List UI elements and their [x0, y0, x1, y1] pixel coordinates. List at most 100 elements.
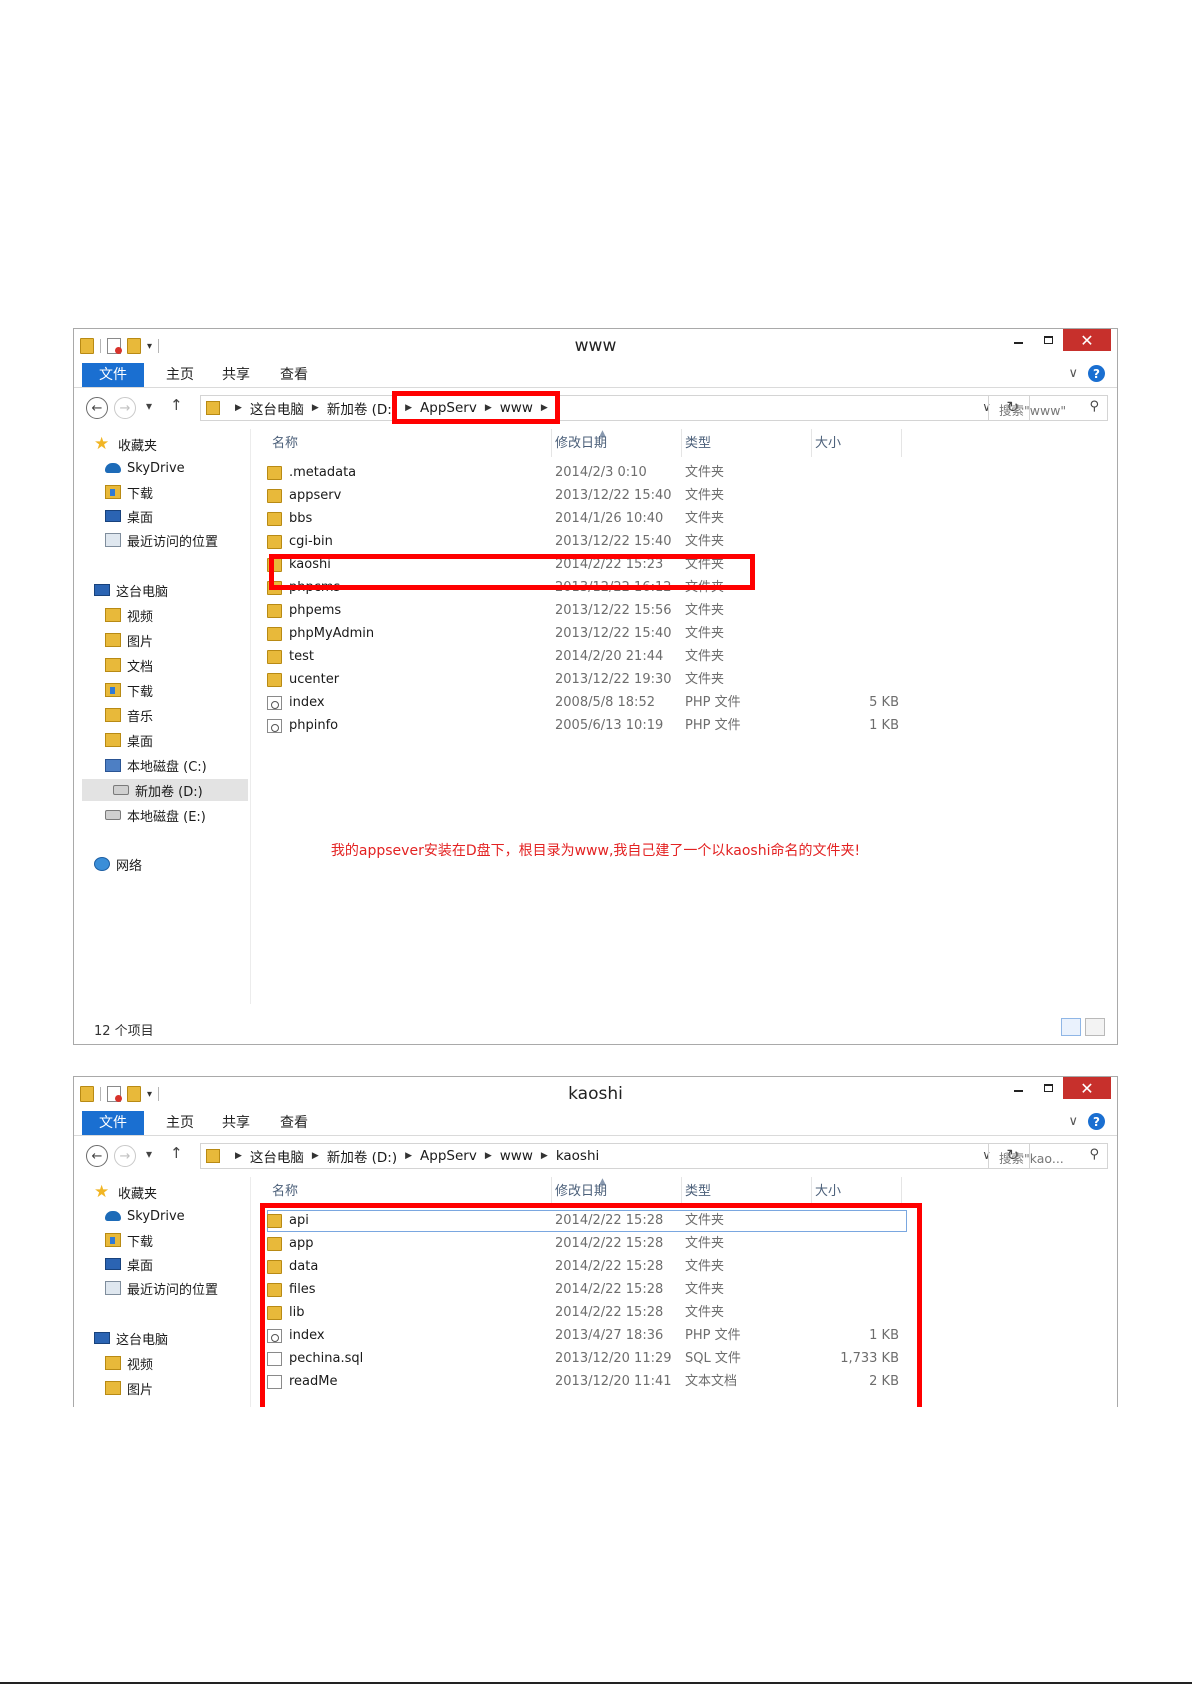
details-view-icon[interactable]: [1061, 1018, 1081, 1036]
chevron-right-icon[interactable]: ▶: [541, 1151, 548, 1161]
close-button[interactable]: ✕: [1063, 1077, 1111, 1099]
nav-drive-d[interactable]: 新加卷 (D:): [82, 779, 248, 801]
breadcrumb-appserv[interactable]: AppServ: [420, 400, 477, 416]
close-button[interactable]: ✕: [1063, 329, 1111, 351]
chevron-right-icon[interactable]: ▶: [235, 403, 242, 413]
file-row[interactable]: kaoshi 2014/2/22 15:23 文件夹: [267, 554, 907, 576]
file-name-cell[interactable]: readMe: [267, 1371, 547, 1393]
file-row[interactable]: phpMyAdmin 2013/12/22 15:40 文件夹: [267, 623, 907, 645]
search-icon[interactable]: ⚲: [1089, 1147, 1099, 1162]
breadcrumb-drive-d[interactable]: 新加卷 (D:): [327, 1146, 397, 1166]
file-name-cell[interactable]: kaoshi: [267, 554, 547, 576]
maximize-button[interactable]: [1033, 329, 1063, 351]
nav-this-pc[interactable]: 这台电脑: [94, 1327, 168, 1349]
file-row[interactable]: bbs 2014/1/26 10:40 文件夹: [267, 508, 907, 530]
breadcrumb-www[interactable]: www: [500, 1148, 533, 1164]
file-row[interactable]: pechina.sql 2013/12/20 11:29 SQL 文件 1,733 K…: [267, 1348, 907, 1370]
breadcrumb-this-pc[interactable]: 这台电脑: [250, 398, 304, 418]
file-name-cell[interactable]: test: [267, 646, 547, 668]
file-name-cell[interactable]: index: [267, 1325, 547, 1347]
file-name-cell[interactable]: api: [267, 1210, 547, 1232]
address-bar[interactable]: ▶ 这台电脑 ▶ 新加卷 (D:) ▶ AppServ ▶ www ▶ ∨ ↻: [200, 395, 1030, 421]
file-row[interactable]: phpcms 2013/12/22 16:12 文件夹: [267, 577, 907, 599]
nav-downloads[interactable]: 下载: [105, 1229, 153, 1251]
file-name-cell[interactable]: appserv: [267, 485, 547, 507]
search-input[interactable]: 搜索"kao... ⚲: [988, 1143, 1108, 1169]
file-row[interactable]: ucenter 2013/12/22 19:30 文件夹: [267, 669, 907, 691]
nav-downloads-2[interactable]: 下载: [105, 679, 153, 701]
file-row[interactable]: lib 2014/2/22 15:28 文件夹: [267, 1302, 907, 1324]
maximize-button[interactable]: [1033, 1077, 1063, 1099]
recent-locations-icon[interactable]: ▾: [146, 1147, 152, 1161]
file-name-cell[interactable]: data: [267, 1256, 547, 1278]
tab-view[interactable]: 查看: [266, 363, 322, 387]
file-name-cell[interactable]: index: [267, 692, 547, 714]
nav-recent[interactable]: 最近访问的位置: [105, 1277, 218, 1299]
breadcrumb-kaoshi[interactable]: kaoshi: [556, 1148, 599, 1164]
file-row[interactable]: readMe 2013/12/20 11:41 文本文档 2 KB: [267, 1371, 907, 1393]
tab-home[interactable]: 主页: [152, 363, 208, 387]
chevron-right-icon[interactable]: ▶: [312, 1151, 319, 1161]
nav-favorites[interactable]: ★ 收藏夹: [94, 1181, 157, 1203]
file-row[interactable]: .metadata 2014/2/3 0:10 文件夹: [267, 462, 907, 484]
file-row[interactable]: phpinfo 2005/6/13 10:19 PHP 文件 1 KB: [267, 715, 907, 737]
forward-button[interactable]: →: [114, 1145, 136, 1167]
forward-button[interactable]: →: [114, 397, 136, 419]
column-size[interactable]: 大小: [812, 1177, 902, 1205]
file-row[interactable]: data 2014/2/22 15:28 文件夹: [267, 1256, 907, 1278]
file-row[interactable]: test 2014/2/20 21:44 文件夹: [267, 646, 907, 668]
nav-downloads[interactable]: 下载: [105, 481, 153, 503]
file-name-cell[interactable]: files: [267, 1279, 547, 1301]
file-name-cell[interactable]: lib: [267, 1302, 547, 1324]
file-row[interactable]: appserv 2013/12/22 15:40 文件夹: [267, 485, 907, 507]
file-name-cell[interactable]: phpems: [267, 600, 547, 622]
file-name-cell[interactable]: phpcms: [267, 577, 547, 599]
tab-home[interactable]: 主页: [152, 1111, 208, 1135]
nav-videos[interactable]: 视频: [105, 604, 153, 626]
nav-skydrive[interactable]: SkyDrive: [105, 457, 185, 479]
nav-videos[interactable]: 视频: [105, 1352, 153, 1374]
back-button[interactable]: ←: [86, 397, 108, 419]
file-name-cell[interactable]: cgi-bin: [267, 531, 547, 553]
column-type[interactable]: 类型: [682, 1177, 812, 1205]
help-icon[interactable]: ?: [1088, 1113, 1105, 1130]
minimize-button[interactable]: [1003, 329, 1033, 351]
chevron-right-icon[interactable]: ▶: [312, 403, 319, 413]
nav-documents[interactable]: 文档: [105, 654, 153, 676]
file-row[interactable]: phpems 2013/12/22 15:56 文件夹: [267, 600, 907, 622]
file-name-cell[interactable]: phpMyAdmin: [267, 623, 547, 645]
search-input[interactable]: 搜索"www" ⚲: [988, 395, 1108, 421]
chevron-right-icon[interactable]: ▶: [405, 1151, 412, 1161]
file-name-cell[interactable]: phpinfo: [267, 715, 547, 737]
file-name-cell[interactable]: bbs: [267, 508, 547, 530]
tab-file[interactable]: 文件: [82, 1111, 144, 1135]
nav-pictures[interactable]: 图片: [105, 1377, 153, 1399]
file-name-cell[interactable]: .metadata: [267, 462, 547, 484]
nav-this-pc[interactable]: 这台电脑: [94, 579, 168, 601]
nav-skydrive[interactable]: SkyDrive: [105, 1205, 185, 1227]
file-name-cell[interactable]: app: [267, 1233, 547, 1255]
large-icons-view-icon[interactable]: [1085, 1018, 1105, 1036]
chevron-right-icon[interactable]: ▶: [485, 1151, 492, 1161]
expand-ribbon-icon[interactable]: ∨: [1068, 1114, 1078, 1129]
file-row[interactable]: index 2013/4/27 18:36 PHP 文件 1 KB: [267, 1325, 907, 1347]
address-bar[interactable]: ▶ 这台电脑 ▶ 新加卷 (D:) ▶ AppServ ▶ www ▶ kaos…: [200, 1143, 1030, 1169]
help-icon[interactable]: ?: [1088, 365, 1105, 382]
column-name[interactable]: 名称: [269, 429, 552, 457]
breadcrumb-drive-d[interactable]: 新加卷 (D:): [327, 398, 397, 418]
breadcrumb-www[interactable]: www: [500, 400, 533, 416]
nav-music[interactable]: 音乐: [105, 704, 153, 726]
nav-desktop[interactable]: 桌面: [105, 505, 153, 527]
up-icon[interactable]: ↑: [170, 1144, 183, 1162]
tab-file[interactable]: 文件: [82, 363, 144, 387]
nav-desktop[interactable]: 桌面: [105, 1253, 153, 1275]
up-icon[interactable]: ↑: [170, 396, 183, 414]
expand-ribbon-icon[interactable]: ∨: [1068, 366, 1078, 381]
chevron-right-icon[interactable]: ▶: [541, 403, 548, 413]
chevron-right-icon[interactable]: ▶: [405, 403, 412, 413]
tab-view[interactable]: 查看: [266, 1111, 322, 1135]
file-row[interactable]: cgi-bin 2013/12/22 15:40 文件夹: [267, 531, 907, 553]
nav-drive-c[interactable]: 本地磁盘 (C:): [105, 754, 207, 776]
tab-share[interactable]: 共享: [208, 1111, 264, 1135]
chevron-right-icon[interactable]: ▶: [485, 403, 492, 413]
